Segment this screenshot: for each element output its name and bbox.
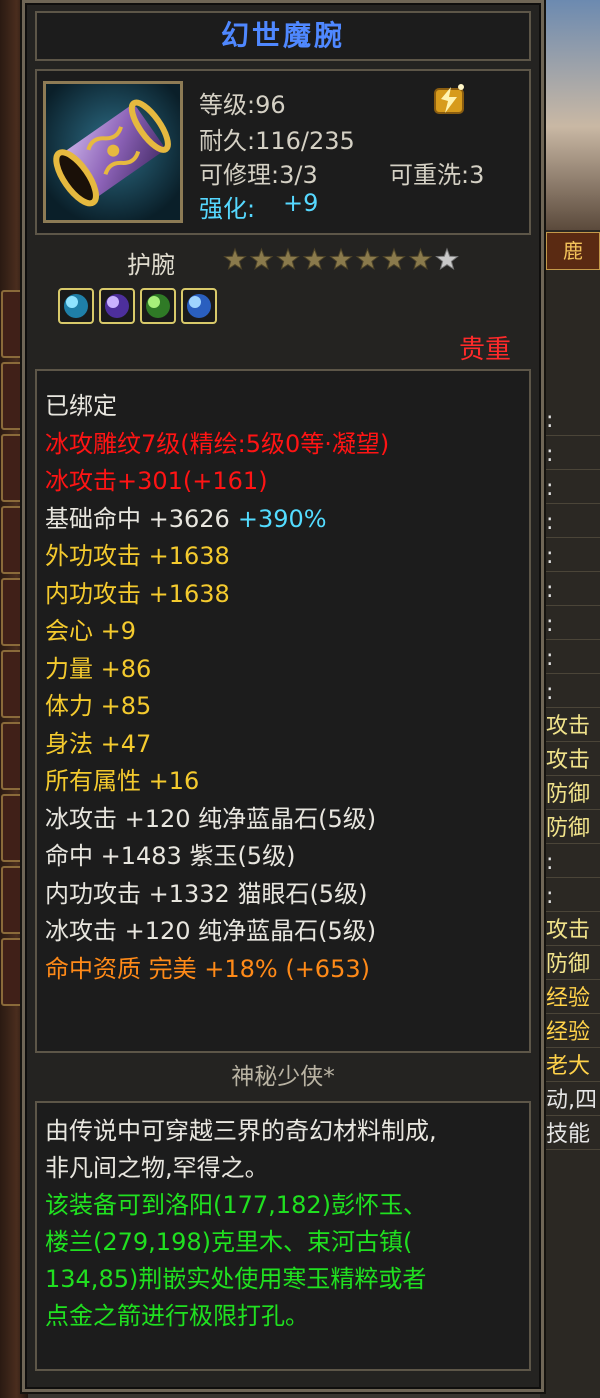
item-repair-count: 可修理:3/3 — [199, 161, 318, 189]
attribute-text: 外功攻击 +1638 — [45, 542, 230, 570]
item-type: 护腕 — [127, 251, 175, 279]
item-name: 幻世魔腕 — [220, 19, 345, 52]
background-stat-row: : — [546, 848, 600, 878]
star-filled-icon — [223, 247, 247, 271]
attribute-text: 命中资质 完美 +18% (+653) — [45, 954, 370, 983]
item-rewash-count: 可重洗:3 — [389, 161, 485, 189]
maker-name: 神秘少侠* — [231, 1064, 335, 1090]
attribute-line: 已绑定 — [45, 391, 117, 421]
description-location-line: 该装备可到洛阳(177,182)彭怀玉、 — [45, 1191, 427, 1219]
background-stat-row: 经验 — [546, 1018, 600, 1048]
rarity-label: 贵重 — [458, 335, 511, 365]
star-filled-icon — [329, 247, 353, 271]
attribute-line: 力量 +86 — [45, 654, 151, 684]
item-header: 等级:96 耐久:116/235 可修理:3/3 可重洗:3 强化: +9 — [35, 69, 531, 235]
background-stat-row: 经验 — [546, 984, 600, 1014]
background-stat-row: : — [546, 508, 600, 538]
attribute-line: 冰攻雕纹7级(精绘:5级0等·凝望) — [45, 429, 389, 459]
attribute-text: 体力 +85 — [45, 692, 152, 720]
attribute-text: 冰攻击 +120 纯净蓝晶石(5级) — [45, 804, 377, 833]
attribute-line: 基础命中 +3626 +390% — [45, 504, 327, 534]
attribute-line: 会心 +9 — [45, 616, 136, 646]
background-stat-row: : — [546, 542, 600, 572]
attribute-line: 冰攻击 +120 纯净蓝晶石(5级) — [45, 916, 376, 946]
background-stat-row: 防御 — [546, 780, 600, 810]
description-line: 由传说中可穿越三界的奇幻材料制成, — [45, 1117, 437, 1145]
background-tab[interactable]: 鹿 — [546, 232, 600, 270]
star-filled-icon — [355, 247, 380, 271]
background-stat-row: 攻击 — [546, 916, 600, 946]
star-filled-icon — [276, 247, 300, 271]
purple-wrist-guard-icon — [43, 81, 183, 223]
background-stat-row: : — [546, 440, 600, 470]
background-stat-row: : — [546, 882, 600, 912]
background-stat-row: 技能 — [546, 1120, 600, 1150]
background-stat-row: : — [546, 406, 600, 436]
background-stat-row: 动,四 — [546, 1086, 600, 1116]
scene-image — [540, 0, 600, 230]
item-subinfo: 护腕 贵重 — [35, 239, 531, 365]
background-stat-row: : — [546, 610, 600, 640]
attribute-line: 冰攻击 +120 纯净蓝晶石(5级) — [45, 804, 376, 834]
star-empty-icon — [435, 247, 459, 271]
description-location-line: 点金之箭进行极限打孔。 — [45, 1302, 309, 1330]
background-stat-row: : — [546, 678, 600, 708]
attribute-text: 身法 +47 — [45, 729, 152, 758]
background-stat-row: 攻击 — [546, 746, 600, 776]
attribute-text: 冰攻击+301(+161) — [45, 467, 268, 495]
star-filled-icon — [382, 247, 406, 271]
attribute-text: 冰攻雕纹7级(精绘:5级0等·凝望) — [45, 429, 390, 458]
purple-gem-icon[interactable] — [99, 288, 135, 324]
attribute-line: 外功攻击 +1638 — [45, 541, 230, 571]
light-blue-gem-icon[interactable] — [58, 288, 94, 324]
description-location-line: 楼兰(279,198)克里木、束河古镇( — [45, 1228, 413, 1256]
attribute-line: 冰攻击+301(+161) — [45, 466, 268, 496]
attribute-text: 基础命中 +3626 — [45, 504, 230, 533]
item-durability: 耐久:116/235 — [199, 127, 355, 155]
attribute-text: 内功攻击 +1332 猫眼石(5级) — [45, 879, 368, 908]
background-stat-row: : — [546, 474, 600, 504]
attribute-bonus: +390% — [237, 504, 327, 533]
item-title-bar: 幻世魔腕 — [35, 11, 531, 61]
attribute-text: 力量 +86 — [45, 654, 152, 683]
attribute-line: 命中 +1483 紫玉(5级) — [45, 841, 295, 871]
background-stat-row: 防御 — [546, 950, 600, 980]
blue-gem-icon[interactable] — [181, 288, 217, 324]
background-stat-row: : — [546, 576, 600, 606]
attribute-list: 已绑定冰攻雕纹7级(精绘:5级0等·凝望) 冰攻击+301(+161) 基础命中 +… — [35, 369, 531, 1053]
attribute-line: 所有属性 +16 — [45, 766, 199, 796]
item-enhance-label: 强化: — [199, 195, 256, 223]
attribute-text: 内功攻击 +1638 — [45, 579, 230, 608]
description-line: 非凡间之物,罕得之。 — [45, 1154, 269, 1182]
item-tooltip: 幻世魔腕 等级:96 耐久:116/235 可修理:3/3 可重洗:3 强化: … — [22, 0, 544, 1392]
green-gem-icon[interactable] — [140, 288, 176, 324]
attribute-line: 命中资质 完美 +18% (+653) — [45, 954, 370, 984]
attribute-line: 内功攻击 +1332 猫眼石(5级) — [45, 879, 367, 909]
item-description: 由传说中可穿越三界的奇幻材料制成, 非凡间之物,罕得之。该装备可到洛阳(177,1… — [35, 1101, 531, 1371]
background-stat-row: : — [546, 644, 600, 674]
item-enhance-value: +9 — [283, 189, 319, 217]
attribute-text: 命中 +1483 紫玉(5级) — [45, 842, 296, 870]
star-filled-icon — [302, 247, 327, 271]
background-stat-row: 攻击 — [546, 712, 600, 742]
star-rating — [221, 245, 461, 277]
attribute-text: 已绑定 — [45, 392, 117, 420]
character-panel-background: 鹿 ::::::::: 攻击 攻击 防御 防御:: 攻击 防御 经验 经验 老大 动,四 技能 — [540, 0, 600, 1398]
attribute-line: 身法 +47 — [45, 729, 151, 759]
star-filled-icon — [249, 247, 274, 271]
background-stat-row: 防御 — [546, 814, 600, 844]
description-location-line: 134,85)荆嵌实处使用寒玉精粹或者 — [45, 1265, 427, 1293]
attribute-line: 内功攻击 +1638 — [45, 579, 230, 609]
gold-sparkle-icon — [429, 79, 469, 123]
attribute-line: 体力 +85 — [45, 691, 151, 721]
attribute-text: 会心 +9 — [45, 617, 137, 645]
star-filled-icon — [408, 247, 433, 271]
item-level: 等级:96 — [199, 91, 286, 119]
gem-slots — [57, 287, 227, 331]
background-stat-row: 老大 — [546, 1052, 600, 1082]
attribute-text: 所有属性 +16 — [45, 767, 200, 795]
attribute-text: 冰攻击 +120 纯净蓝晶石(5级) — [45, 917, 377, 945]
